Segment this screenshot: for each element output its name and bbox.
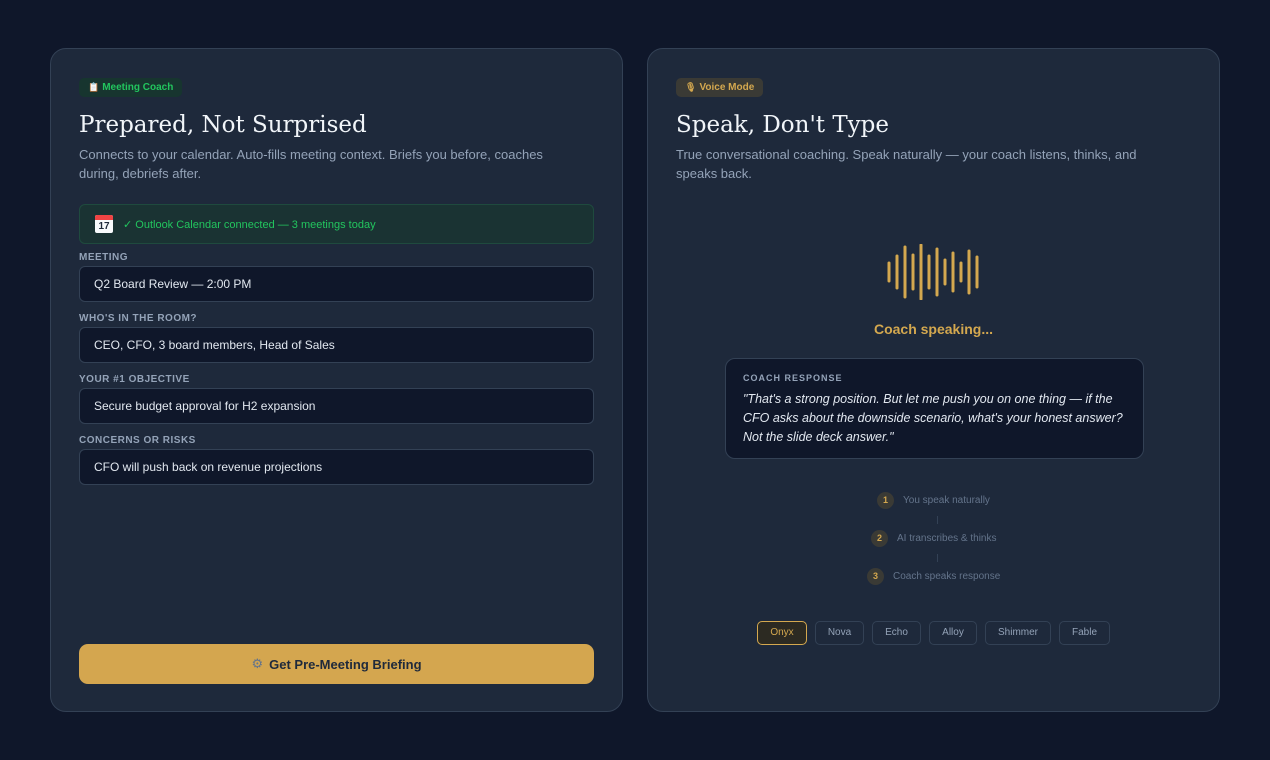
card-description: Connects to your calendar. Auto-fills me… <box>79 147 543 181</box>
meeting-coach-badge: 📋 Meeting Coach <box>79 78 183 97</box>
get-briefing-button[interactable]: ⚙ Get Pre-Meeting Briefing <box>79 644 594 684</box>
concerns-label: CONCERNS OR RISKS <box>79 435 196 446</box>
voice-option-echo[interactable]: Echo <box>872 621 921 645</box>
attendees-label: WHO'S IN THE ROOM? <box>79 313 198 324</box>
calendar-status-text: ✓ Outlook Calendar connected — 3 meeting… <box>123 218 376 231</box>
voice-option-onyx[interactable]: Onyx <box>757 621 807 645</box>
voice-mode-badge: 🎙 Voice Mode <box>676 78 764 97</box>
step-number: 3 <box>867 568 884 585</box>
step-label: You speak naturally <box>903 495 990 506</box>
step-connector <box>937 554 938 562</box>
gear-icon: ⚙ <box>251 656 264 671</box>
voice-option-fable[interactable]: Fable <box>1059 621 1110 645</box>
voice-mode-card: 🎙 Voice Mode Speak, Don't Type True conve… <box>647 48 1220 712</box>
objective-label: YOUR #1 OBJECTIVE <box>79 374 190 385</box>
coach-response-text: "That's a strong position. But let me pu… <box>743 392 1123 444</box>
coach-response-label: COACH RESPONSE <box>743 373 843 383</box>
objective-field[interactable]: Secure budget approval for H2 expansion <box>79 388 594 424</box>
step-label: AI transcribes & thinks <box>897 533 997 544</box>
calendar-icon: 17 <box>95 215 113 233</box>
concerns-field[interactable]: CFO will push back on revenue projection… <box>79 449 594 485</box>
calendar-status-banner: 17 ✓ Outlook Calendar connected — 3 meet… <box>79 204 594 244</box>
card-title: Speak, Don't Type <box>676 112 890 138</box>
coach-response-box: COACH RESPONSE "That's a strong position… <box>725 358 1144 459</box>
voice-option-nova[interactable]: Nova <box>815 621 864 645</box>
card-description: True conversational coaching. Speak natu… <box>676 147 1137 181</box>
coach-speaking-status: Coach speaking... <box>873 321 994 337</box>
step-item: 2 AI transcribes & thinks <box>871 530 996 547</box>
voice-option-alloy[interactable]: Alloy <box>929 621 977 645</box>
clipboard-icon: 📋 <box>88 82 100 92</box>
step-label: Coach speaks response <box>893 571 1001 582</box>
waveform-icon <box>887 244 979 300</box>
meeting-field[interactable]: Q2 Board Review — 2:00 PM <box>79 266 594 302</box>
attendees-field[interactable]: CEO, CFO, 3 board members, Head of Sales <box>79 327 594 363</box>
voice-option-shimmer[interactable]: Shimmer <box>985 621 1051 645</box>
step-item: 1 You speak naturally <box>877 492 990 509</box>
meeting-label: MEETING <box>79 252 129 263</box>
microphone-icon: 🎙 <box>685 82 697 92</box>
card-title: Prepared, Not Surprised <box>79 112 367 138</box>
voice-selector: Onyx Nova Echo Alloy Shimmer Fable <box>757 621 1118 645</box>
step-number: 1 <box>877 492 894 509</box>
step-connector <box>937 516 938 524</box>
step-number: 2 <box>871 530 888 547</box>
meeting-coach-card: 📋 Meeting Coach Prepared, Not Surprised C… <box>50 48 623 712</box>
step-item: 3 Coach speaks response <box>867 568 1000 585</box>
